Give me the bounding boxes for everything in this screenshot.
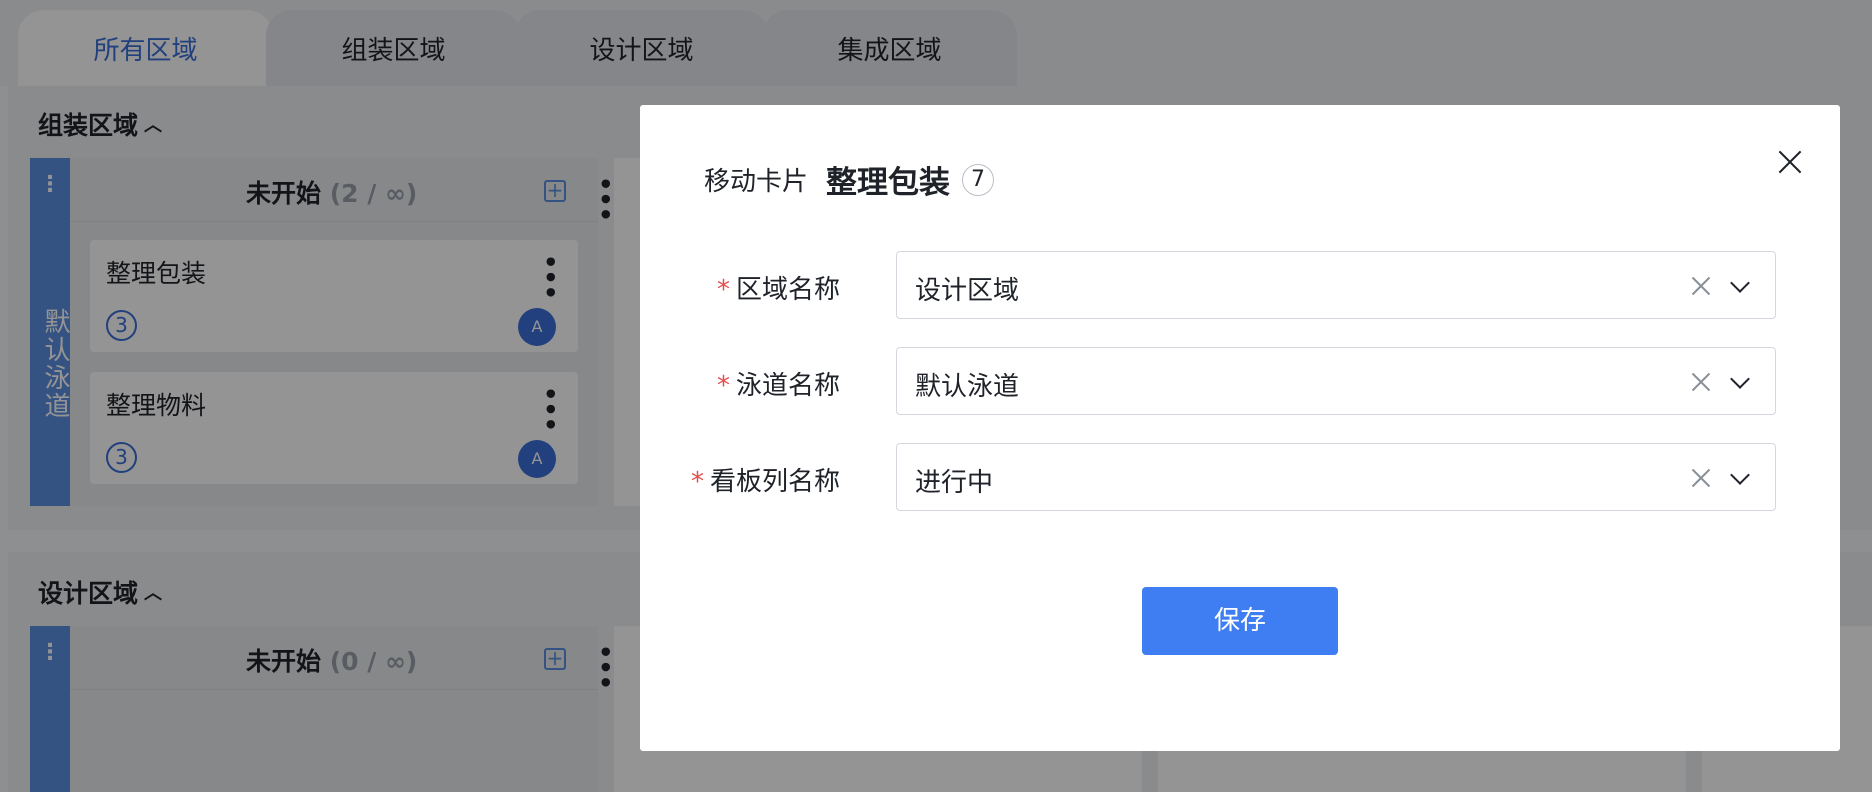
column-name-value: 进行中 bbox=[915, 468, 994, 498]
area-name-label: * 区域名称 bbox=[717, 269, 840, 306]
area-name-value: 设计区域 bbox=[915, 276, 1020, 306]
dialog-title: 移动卡片 bbox=[704, 167, 809, 197]
required-mark: * bbox=[716, 275, 730, 305]
card-number-badge: 7 bbox=[962, 163, 995, 196]
chevron-down-icon[interactable] bbox=[1730, 465, 1750, 485]
column-name-label: * 看板列名称 bbox=[691, 461, 840, 498]
save-button[interactable]: 保存 bbox=[1142, 587, 1338, 655]
area-name-label-text: 区域名称 bbox=[735, 275, 840, 305]
move-card-dialog: 移动卡片 整理包装 7 * 区域名称 设计区域 * 泳道名称 默认泳道 * 看板列名称… bbox=[640, 105, 1840, 751]
required-mark: * bbox=[690, 467, 704, 497]
area-name-row: * 区域名称 设计区域 bbox=[640, 251, 1840, 319]
column-name-select[interactable]: 进行中 bbox=[896, 443, 1776, 511]
clear-icon[interactable] bbox=[1689, 466, 1713, 490]
lane-name-label-text: 泳道名称 bbox=[735, 371, 840, 401]
lane-name-label: * 泳道名称 bbox=[717, 365, 840, 402]
dialog-header: 移动卡片 整理包装 7 bbox=[704, 157, 995, 202]
lane-name-value: 默认泳道 bbox=[915, 372, 1020, 402]
column-name-row: * 看板列名称 进行中 bbox=[640, 443, 1840, 511]
column-name-label-text: 看板列名称 bbox=[709, 467, 840, 497]
clear-icon[interactable] bbox=[1689, 274, 1713, 298]
chevron-down-icon[interactable] bbox=[1730, 273, 1750, 293]
clear-icon[interactable] bbox=[1689, 370, 1713, 394]
lane-name-select[interactable]: 默认泳道 bbox=[896, 347, 1776, 415]
area-name-select[interactable]: 设计区域 bbox=[896, 251, 1776, 319]
chevron-down-icon[interactable] bbox=[1730, 369, 1750, 389]
required-mark: * bbox=[716, 371, 730, 401]
card-name: 整理包装 bbox=[826, 165, 951, 201]
lane-name-row: * 泳道名称 默认泳道 bbox=[640, 347, 1840, 415]
close-icon[interactable] bbox=[1772, 145, 1808, 181]
